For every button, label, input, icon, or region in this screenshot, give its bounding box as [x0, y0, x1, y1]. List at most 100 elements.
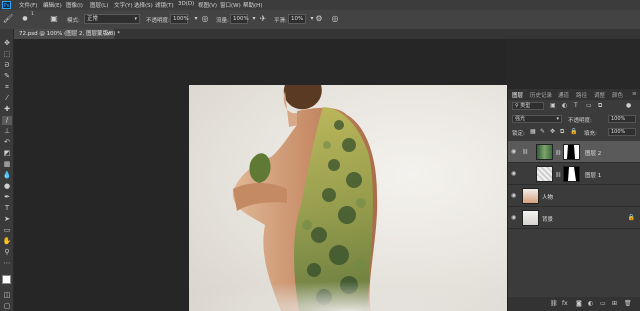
menu-edit[interactable]: 编辑(E) [43, 1, 62, 9]
airbrush-icon[interactable]: ✈ [258, 14, 268, 24]
menu-help[interactable]: 帮助(H) [243, 1, 262, 9]
lock-artboard-icon[interactable]: ⧉ [560, 128, 564, 136]
eye-icon[interactable]: ◉ [511, 214, 516, 221]
quick-selection-tool-icon[interactable]: ✎ [2, 72, 12, 81]
document-image[interactable] [189, 85, 507, 311]
tab-adjustments[interactable]: 调整 [594, 91, 605, 99]
clone-stamp-tool-icon[interactable]: ⊥ [2, 127, 12, 136]
filter-adjustment-icon[interactable]: ◐ [562, 102, 567, 109]
menu-layer[interactable]: 图层(L) [90, 1, 108, 9]
brush-tool-icon[interactable]: / [2, 116, 12, 125]
canvas-area[interactable] [14, 39, 507, 311]
zoom-tool-icon[interactable]: ⚲ [2, 248, 12, 257]
healing-brush-tool-icon[interactable]: ✚ [2, 105, 12, 114]
menu-type[interactable]: 文字(Y) [114, 1, 133, 9]
layer-filter-kind[interactable]: ⚲ 类型 [512, 102, 544, 110]
screen-mode-icon[interactable]: ▢ [2, 302, 12, 311]
link-layers-icon[interactable]: ⛓ [550, 300, 558, 307]
mode-value: 正常 [87, 16, 99, 22]
foreground-color-swatch[interactable] [2, 275, 11, 284]
layer-thumbnail[interactable] [522, 188, 539, 204]
adjustment-layer-icon[interactable]: ◐ [588, 300, 593, 307]
gradient-tool-icon[interactable]: ▦ [2, 160, 12, 169]
eye-icon[interactable]: ◉ [511, 192, 516, 199]
layer-row[interactable]: ◉ 人物 [508, 185, 640, 207]
rectangle-tool-icon[interactable]: ▭ [2, 226, 12, 235]
eye-icon[interactable]: ◉ [511, 148, 516, 155]
hand-tool-icon[interactable]: ✋ [2, 237, 12, 246]
filter-toggle-icon[interactable]: ● [626, 102, 631, 109]
brush-panel-icon[interactable]: ▣ [49, 14, 59, 24]
lock-image-icon[interactable]: ✎ [540, 128, 545, 135]
layer-thumbnail[interactable] [536, 144, 553, 160]
fx-icon[interactable]: fx [562, 300, 568, 307]
filter-shape-icon[interactable]: ▭ [586, 102, 592, 109]
pen-tool-icon[interactable]: ✒ [2, 193, 12, 202]
menu-window[interactable]: 窗口(W) [220, 1, 241, 9]
new-layer-icon[interactable]: ⊞ [612, 300, 617, 307]
type-tool-icon[interactable]: T [2, 204, 12, 213]
menu-view[interactable]: 视图(V) [198, 1, 217, 9]
search-icon: ⚲ [515, 103, 519, 109]
move-tool-icon[interactable]: ✥ [2, 39, 12, 48]
gear-icon[interactable]: ⚙ [314, 14, 324, 24]
lasso-tool-icon[interactable]: ᘐ [2, 61, 12, 70]
pressure-size-icon[interactable]: ◎ [330, 14, 340, 24]
pressure-opacity-icon[interactable]: ◎ [200, 14, 210, 24]
layer-thumbnail[interactable] [536, 166, 553, 182]
brush-tool-icon[interactable]: 🖌 [3, 14, 13, 24]
filter-type-icon[interactable]: T [574, 102, 578, 109]
chevron-down-icon: ▾ [556, 116, 559, 122]
layer-row[interactable]: ◉ 背景 🔒 [508, 207, 640, 229]
layer-mask-thumbnail[interactable] [563, 144, 580, 160]
crop-tool-icon[interactable]: ⌗ [2, 83, 12, 92]
dodge-tool-icon[interactable]: ● [2, 182, 12, 191]
brush-preset-picker[interactable]: ● [20, 14, 30, 24]
document-tab[interactable]: 72.psd @ 100% (图层 2, 图层蒙版/8) * × [14, 29, 120, 39]
filter-smart-object-icon[interactable]: ⧉ [598, 102, 602, 110]
layer-name[interactable]: 背景 [542, 215, 553, 223]
menu-select[interactable]: 选择(S) [134, 1, 153, 9]
blend-mode-select[interactable]: 强光 ▾ [512, 115, 562, 123]
fill-field[interactable]: 100% [608, 128, 636, 136]
layer-thumbnail[interactable] [522, 210, 539, 226]
layer-row[interactable]: ◉ ⛓ 图层 1 [508, 163, 640, 185]
layer-name[interactable]: 图层 1 [585, 171, 601, 179]
close-icon[interactable]: × [106, 29, 111, 39]
blur-tool-icon[interactable]: 💧 [2, 171, 12, 180]
layer-row[interactable]: ◉ ⛓ ⛓ 图层 2 [508, 141, 640, 163]
filter-pixel-icon[interactable]: ▣ [550, 102, 556, 109]
add-mask-icon[interactable]: ◙ [576, 300, 582, 307]
tab-color[interactable]: 颜色 [612, 91, 623, 99]
layer-name[interactable]: 图层 2 [585, 149, 601, 157]
layer-opacity-field[interactable]: 100% [608, 115, 636, 123]
lock-all-icon[interactable]: 🔒 [570, 128, 577, 135]
eyedropper-tool-icon[interactable]: ⁄ [2, 94, 12, 103]
quick-mask-icon[interactable]: ◫ [2, 291, 12, 300]
panel-menu-icon[interactable]: ≡ [632, 91, 637, 97]
path-selection-tool-icon[interactable]: ➤ [2, 215, 12, 224]
flow-field[interactable]: 100% [230, 14, 249, 24]
eye-icon[interactable]: ◉ [511, 170, 516, 177]
tab-layers[interactable]: 图层 [512, 91, 523, 99]
history-brush-tool-icon[interactable]: ↶ [2, 138, 12, 147]
trash-icon[interactable]: 🗑 [624, 300, 632, 307]
tab-paths[interactable]: 路径 [576, 91, 587, 99]
mode-select[interactable]: 正常 ▾ [84, 14, 140, 24]
layer-mask-thumbnail[interactable] [563, 166, 580, 182]
layer-name[interactable]: 人物 [542, 193, 553, 201]
eraser-tool-icon[interactable]: ◩ [2, 149, 12, 158]
menu-image[interactable]: 图像(I) [66, 1, 83, 9]
tab-channels[interactable]: 通道 [558, 91, 569, 99]
menu-3d[interactable]: 3D(D) [178, 1, 194, 7]
folder-icon[interactable]: ▭ [600, 300, 606, 307]
menu-filter[interactable]: 滤镜(T) [155, 1, 174, 9]
smoothing-field[interactable]: 10% [288, 14, 306, 24]
tab-history[interactable]: 历史记录 [530, 91, 552, 99]
opacity-field[interactable]: 100% [170, 14, 189, 24]
marquee-tool-icon[interactable]: ⬚ [2, 50, 12, 59]
more-tools-icon[interactable]: ⋯ [2, 259, 12, 268]
lock-transparent-icon[interactable]: ▦ [530, 128, 536, 135]
lock-position-icon[interactable]: ✥ [550, 128, 555, 135]
menu-file[interactable]: 文件(F) [19, 1, 37, 9]
